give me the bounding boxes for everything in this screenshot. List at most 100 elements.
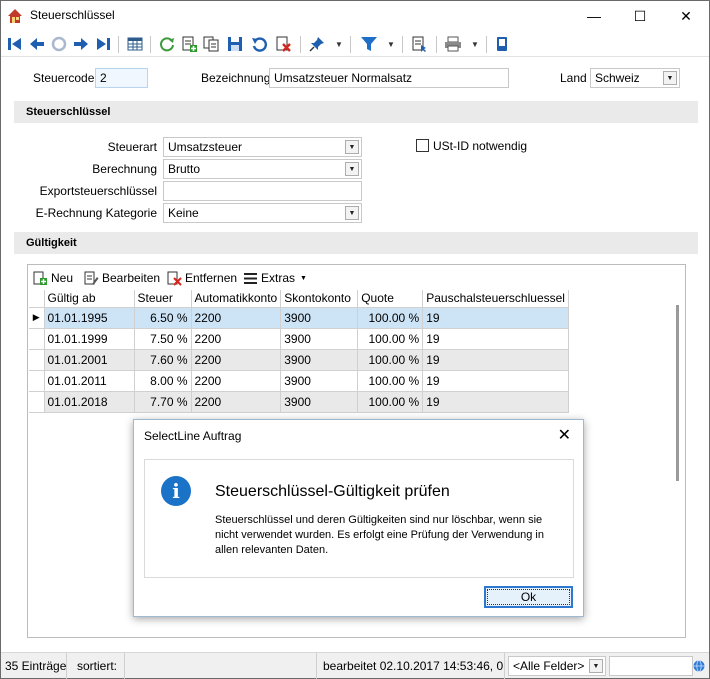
cancel-button[interactable] — [49, 34, 69, 54]
filter-dropdown-arrow-icon[interactable]: ▼ — [387, 34, 395, 54]
cell-gueltig-ab[interactable]: 01.01.2001 — [44, 349, 135, 371]
new-button[interactable] — [179, 34, 199, 54]
pin-button[interactable] — [307, 34, 327, 54]
hamburger-menu-icon — [244, 272, 257, 284]
exportsteuerschluessel-label: Exportsteuerschlüssel — [39, 184, 157, 198]
cell-pauschalsteuerschluessel[interactable]: 19 — [422, 370, 569, 392]
cell-pauschalsteuerschluessel[interactable]: 19 — [422, 328, 569, 350]
prev-record-icon — [30, 38, 44, 50]
cell-quote[interactable]: 100.00 % — [357, 370, 424, 392]
column-header-automatikkonto[interactable]: Automatikkonto — [191, 290, 282, 308]
column-header-quote[interactable]: Quote — [357, 290, 424, 308]
last-record-button[interactable] — [93, 34, 113, 54]
berechnung-select[interactable]: Brutto ▼ — [163, 159, 362, 179]
cell-steuer[interactable]: 7.60 % — [134, 349, 192, 371]
table-row[interactable]: 01.01.1999 7.50 % 2200 3900 100.00 % 19 — [29, 328, 569, 350]
maximize-button[interactable]: ☐ — [617, 1, 663, 31]
cell-skontokonto[interactable]: 3900 — [280, 328, 359, 350]
bezeichnung-field[interactable]: Umsatzsteuer Normalsatz — [269, 68, 509, 88]
cell-automatikkonto[interactable]: 2200 — [191, 349, 282, 371]
column-header-gueltig-ab[interactable]: Gültig ab — [44, 290, 135, 308]
steuercode-field[interactable]: 2 — [95, 68, 148, 88]
cell-gueltig-ab[interactable]: 01.01.2011 — [44, 370, 135, 392]
cancel-icon — [51, 36, 67, 52]
cell-gueltig-ab[interactable]: 01.01.1995 — [44, 307, 135, 329]
extra-button[interactable] — [492, 34, 512, 54]
search-globe-icon[interactable] — [693, 660, 705, 672]
chevron-down-icon[interactable]: ▼ — [589, 659, 603, 673]
refresh-button[interactable] — [157, 34, 177, 54]
vertical-scrollbar[interactable] — [676, 305, 679, 481]
cell-gueltig-ab[interactable]: 01.01.1999 — [44, 328, 135, 350]
cell-automatikkonto[interactable]: 2200 — [191, 328, 282, 350]
filter-icon — [361, 37, 377, 51]
search-input[interactable] — [609, 656, 693, 676]
cell-gueltig-ab[interactable]: 01.01.2018 — [44, 391, 135, 413]
table-view-button[interactable] — [125, 34, 145, 54]
extras-menu[interactable]: Extras ▼ — [243, 269, 307, 287]
cell-steuer[interactable]: 8.00 % — [134, 370, 192, 392]
maximize-icon: ☐ — [633, 7, 647, 24]
delete-button[interactable] — [273, 34, 293, 54]
save-button[interactable] — [225, 34, 245, 54]
copy-button[interactable] — [201, 34, 221, 54]
report-button[interactable] — [409, 34, 429, 54]
column-header-skontokonto[interactable]: Skontokonto — [280, 290, 359, 308]
exportsteuerschluessel-field[interactable] — [163, 181, 362, 201]
cell-quote[interactable]: 100.00 % — [357, 307, 424, 329]
cell-steuer[interactable]: 6.50 % — [134, 307, 192, 329]
land-select[interactable]: Schweiz ▼ — [590, 68, 680, 88]
neu-button[interactable]: Neu — [33, 269, 73, 287]
steuerart-select[interactable]: Umsatzsteuer ▼ — [163, 137, 362, 157]
column-header-pauschalsteuerschluessel[interactable]: Pauschalsteuerschluessel — [422, 290, 569, 308]
row-indicator-cell — [29, 328, 45, 350]
cell-steuer[interactable]: 7.70 % — [134, 391, 192, 413]
cell-quote[interactable]: 100.00 % — [357, 349, 424, 371]
cell-pauschalsteuerschluessel[interactable]: 19 — [422, 391, 569, 413]
cell-automatikkonto[interactable]: 2200 — [191, 370, 282, 392]
gueltigkeit-table: Gültig ab Steuer Automatikkonto Skontoko… — [29, 290, 569, 413]
close-button[interactable]: ✕ — [663, 1, 709, 31]
toolbar-separator — [436, 36, 437, 53]
column-header-steuer[interactable]: Steuer — [134, 290, 192, 308]
chevron-down-icon[interactable]: ▼ — [663, 71, 677, 85]
print-dropdown-arrow-icon[interactable]: ▼ — [471, 34, 479, 54]
cell-pauschalsteuerschluessel[interactable]: 19 — [422, 349, 569, 371]
table-row[interactable]: 01.01.2018 7.70 % 2200 3900 100.00 % 19 — [29, 391, 569, 413]
cell-quote[interactable]: 100.00 % — [357, 391, 424, 413]
filter-button[interactable] — [359, 34, 379, 54]
first-record-button[interactable] — [5, 34, 25, 54]
chevron-down-icon[interactable]: ▼ — [345, 206, 359, 220]
table-row[interactable]: ▶ 01.01.1995 6.50 % 2200 3900 100.00 % 1… — [29, 307, 569, 329]
cell-steuer[interactable]: 7.50 % — [134, 328, 192, 350]
search-field-select[interactable]: <Alle Felder> ▼ — [508, 656, 606, 676]
next-record-button[interactable] — [71, 34, 91, 54]
prev-record-button[interactable] — [27, 34, 47, 54]
table-header-row: Gültig ab Steuer Automatikkonto Skontoko… — [29, 290, 569, 308]
erechnung-kategorie-select[interactable]: Keine ▼ — [163, 203, 362, 223]
pin-dropdown-arrow-icon[interactable]: ▼ — [335, 34, 343, 54]
table-row[interactable]: 01.01.2011 8.00 % 2200 3900 100.00 % 19 — [29, 370, 569, 392]
cell-quote[interactable]: 100.00 % — [357, 328, 424, 350]
cell-pauschalsteuerschluessel[interactable]: 19 — [422, 307, 569, 329]
bearbeiten-button[interactable]: Bearbeiten — [84, 269, 160, 287]
chevron-down-icon[interactable]: ▼ — [345, 162, 359, 176]
cell-automatikkonto[interactable]: 2200 — [191, 391, 282, 413]
new-icon — [182, 36, 197, 52]
ustid-checkbox[interactable] — [416, 139, 429, 152]
cell-skontokonto[interactable]: 3900 — [280, 391, 359, 413]
search-field-value: <Alle Felder> — [513, 659, 585, 673]
entfernen-button[interactable]: Entfernen — [167, 269, 237, 287]
undo-button[interactable] — [249, 34, 269, 54]
cell-skontokonto[interactable]: 3900 — [280, 370, 359, 392]
print-button[interactable] — [443, 34, 463, 54]
cell-skontokonto[interactable]: 3900 — [280, 349, 359, 371]
dialog-close-icon[interactable]: ✕ — [558, 425, 571, 445]
ok-button[interactable]: Ok — [484, 586, 573, 608]
cell-automatikkonto[interactable]: 2200 — [191, 307, 282, 329]
cell-skontokonto[interactable]: 3900 — [280, 307, 359, 329]
minimize-button[interactable]: — — [571, 1, 617, 31]
neu-label: Neu — [51, 271, 74, 285]
chevron-down-icon[interactable]: ▼ — [345, 140, 359, 154]
table-row[interactable]: 01.01.2001 7.60 % 2200 3900 100.00 % 19 — [29, 349, 569, 371]
